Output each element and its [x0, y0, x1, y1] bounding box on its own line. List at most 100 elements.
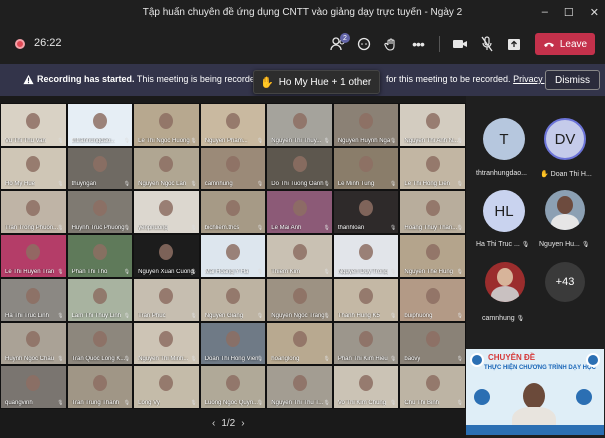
video-tile[interactable]: Le Thi Ngoc Huong 🎙 [133, 103, 200, 147]
participant-face [425, 374, 440, 391]
video-tile[interactable]: Nguyen Ngoc Lan 🎙 [133, 146, 200, 191]
tile-name: Nguyen Xuan Cuong [138, 268, 194, 275]
mute-button[interactable] [476, 34, 498, 54]
video-tile[interactable]: Mai Hoang Y Ha 🎙 [199, 234, 267, 278]
tile-name: camnhung [204, 181, 233, 188]
video-tile[interactable]: Vo Thi Kim Chung 🎙 [332, 365, 400, 409]
video-tile[interactable]: Nguyen Duy Trong 🎙 [332, 234, 400, 278]
participant-face [225, 200, 240, 217]
participant-avatar-speaking[interactable]: DV [544, 118, 586, 160]
camera-button[interactable] [449, 34, 471, 54]
tile-name: Huynh Ngoc Chau [5, 356, 55, 363]
tile-name: quangvinh [5, 399, 33, 406]
participant-photo[interactable] [485, 262, 525, 302]
video-tile[interactable]: Lam Thi Thuy Linh 🎙 [66, 277, 134, 322]
mic-off-icon: 🎙 [256, 137, 264, 144]
video-tile[interactable]: yenphuong 🎙 [133, 190, 200, 235]
participant-face [159, 112, 174, 129]
leave-button[interactable]: Leave [535, 33, 595, 55]
participant-face [225, 156, 240, 173]
participant-face [159, 331, 174, 348]
video-tile[interactable]: Le Thi Hong Lien 🎙 [399, 146, 466, 191]
video-tile[interactable]: Tran Trung Thanh 🎙 [66, 365, 134, 409]
video-tile[interactable]: Ha Thi Truc Linh 🎙 [0, 277, 67, 322]
video-tile[interactable]: Vu Thi Thu Van 🎙 [0, 103, 67, 147]
video-tile[interactable]: thanhloan 🎙 [332, 190, 400, 235]
tile-name: Do Thi Tuong Oanh [271, 181, 324, 188]
dismiss-button[interactable]: Dismiss [545, 70, 600, 90]
mic-off-icon: 🎙 [456, 137, 463, 144]
video-tile[interactable]: Tran Phuc 🎙 [133, 277, 200, 322]
video-tile[interactable]: Le Mai Anh 🎙 [266, 190, 333, 235]
video-tile[interactable]: Chu Thi Binh 🎙 [399, 365, 466, 409]
video-tile[interactable]: Doan Thi Hong Vien 🎙 [199, 321, 267, 366]
participant-face [359, 243, 374, 260]
chat-button[interactable] [353, 34, 375, 54]
video-tile[interactable]: thtranhungdao... 🎙 [66, 103, 134, 147]
video-tile[interactable]: Tran Trong Phuon... 🎙 [0, 190, 67, 235]
tile-name: Nguyen The Hung [404, 268, 454, 275]
tile-name: Thanh Hung K5 [337, 312, 380, 319]
participant-face [425, 112, 440, 129]
video-tile[interactable]: hoanglong 🎙 [266, 321, 333, 366]
video-tile[interactable]: Nguyen Thi Minh... 🎙 [133, 321, 200, 366]
video-tile[interactable]: baovy 🎙 [399, 321, 466, 366]
maximize-button[interactable]: ☐ [564, 6, 574, 19]
video-tile[interactable]: Tran Quoc Long K... 🎙 [66, 321, 134, 366]
share-button[interactable] [503, 34, 525, 54]
video-tile[interactable]: Hoang Thuy Than... 🎙 [399, 190, 466, 235]
video-tile[interactable]: Thanh Hung K5 🎙 [332, 277, 400, 322]
participant-face [292, 374, 307, 391]
avatar-initials: HL [494, 202, 514, 220]
video-tile[interactable]: camnhung 🎙 [199, 146, 267, 191]
video-tile[interactable]: Nguyen Ngoc Trang 🎙 [266, 277, 333, 322]
video-tile[interactable]: Nguyen Thi Anh N... 🎙 [399, 103, 466, 147]
video-tile[interactable]: Nguyen Xuan Cuong 🎙 [133, 234, 200, 278]
video-tile[interactable]: Nguyen Thi Thuy... 🎙 [266, 103, 333, 147]
video-tile[interactable]: Do Thi Tuong Oanh 🎙 [266, 146, 333, 191]
participant-face [292, 331, 307, 348]
mic-off-icon: 🎙 [256, 399, 264, 406]
video-tile[interactable]: quangvinh 🎙 [0, 365, 67, 409]
more-actions-button[interactable]: ••• [407, 34, 429, 54]
video-tile[interactable]: Nguyen Pham... 🎙 [199, 103, 267, 147]
video-tile[interactable]: Luong Ngoc Quyn... 🎙 [199, 365, 267, 409]
tile-name: thanhloan [337, 225, 365, 232]
video-tile[interactable]: Le Thi Huyen Tran 🎙 [0, 234, 67, 278]
video-tile[interactable]: Le Minh Tung 🎙 [332, 146, 400, 191]
participant-photo[interactable] [545, 190, 585, 230]
video-tile[interactable]: Nguyen Thi Thu T... 🎙 [266, 365, 333, 409]
participant-avatar[interactable]: T [483, 118, 525, 160]
video-tile[interactable]: Phan Thi Tho 🎙 [66, 234, 134, 278]
mic-off-icon: 🎙 [123, 137, 131, 144]
close-window-button[interactable]: ✕ [590, 6, 599, 19]
video-tile[interactable]: Nguyen Giang 🎙 [199, 277, 267, 322]
video-tile[interactable]: Phan Thi Kim Hieu 🎙 [332, 321, 400, 366]
participant-face [159, 200, 174, 217]
video-tile[interactable]: bichliem.thcs 🎙 [199, 190, 267, 235]
video-tile[interactable]: Huynh Truc Phuong 🎙 [66, 190, 134, 235]
video-tile[interactable]: thuyngan 🎙 [66, 146, 134, 191]
video-tile[interactable]: Thiem Kim 🎙 [266, 234, 333, 278]
minimize-button[interactable]: – [542, 6, 548, 18]
video-tile[interactable]: Huynh Ngoc Chau 🎙 [0, 321, 67, 366]
previous-page-button[interactable]: ‹ [212, 418, 215, 429]
video-tile[interactable]: Ho My Hue 🎙 [0, 146, 67, 191]
reactions-button[interactable] [380, 34, 402, 54]
mic-off-icon: 🎙 [123, 268, 131, 275]
mic-off-icon: 🎙 [521, 242, 530, 248]
avatar-initials: T [499, 130, 509, 148]
slide-footer-bar [466, 425, 604, 435]
mic-off-icon: 🎙 [456, 225, 463, 232]
participant-avatar[interactable]: HL [483, 190, 525, 232]
participant-face [159, 156, 174, 173]
tile-name: baovy [404, 356, 421, 363]
next-page-button[interactable]: › [241, 418, 244, 429]
video-tile[interactable]: buiphuong 🎙 [399, 277, 466, 322]
more-participants-button[interactable]: +43 [545, 262, 585, 302]
video-tile[interactable]: Nguyen Huynh Nga 🎙 [332, 103, 400, 147]
tile-name: Ho My Hue [5, 181, 36, 188]
person-silhouette-icon [557, 196, 573, 214]
video-tile[interactable]: Nguyen The Hung 🎙 [399, 234, 466, 278]
video-tile[interactable]: Long Vy 🎙 [133, 365, 200, 409]
